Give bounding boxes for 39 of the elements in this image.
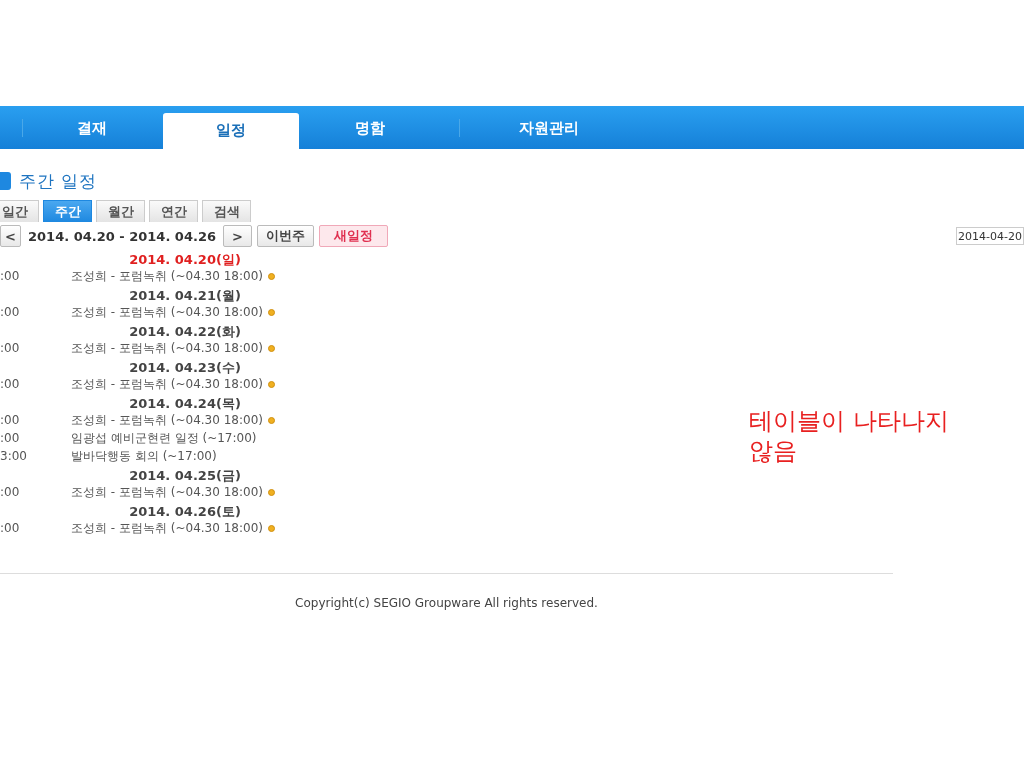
new-event-button[interactable]: 새일정 [319,225,388,247]
date-field[interactable]: 2014-04-20 [956,227,1024,245]
event-time: :00 [0,341,21,355]
this-week-button[interactable]: 이번주 [257,225,314,247]
section-title: 주간 일정 [19,169,98,193]
event-link[interactable]: 조성희 - 포럼녹취 (~04.30 18:00) [71,411,263,429]
event-link[interactable]: 조성희 - 포럼녹취 (~04.30 18:00) [71,375,263,393]
view-tab[interactable]: 연간 [149,200,198,222]
event-time: 3:00 [0,449,28,463]
nav-tab[interactable]: 일정 [163,113,299,149]
event-time: :00 [0,377,21,391]
day-heading: 2014. 04.22(화) [129,323,241,341]
event-time: :00 [0,269,21,283]
event-link[interactable]: 조성희 - 포럼녹취 (~04.30 18:00) [71,519,263,537]
event-link[interactable]: 발바닥행동 회의 (~17:00) [71,447,217,465]
day-heading: 2014. 04.23(수) [129,359,241,377]
annotation-text: 테이블이 나타나지 않음 [749,406,950,466]
event-time: :00 [0,431,21,445]
event-time: :00 [0,305,21,319]
view-tab[interactable]: 월간 [96,200,145,222]
day-heading: 2014. 04.21(월) [129,287,241,305]
event-link[interactable]: 조성희 - 포럼녹취 (~04.30 18:00) [71,483,263,501]
day-heading: 2014. 04.25(금) [129,467,241,485]
event-time: :00 [0,485,21,499]
event-time: :00 [0,413,21,427]
date-range: 2014. 04.20 - 2014. 04.26 [28,228,216,244]
view-tab[interactable]: 검색 [202,200,251,222]
previous-button[interactable]: < [0,225,21,247]
copyright-text: Copyright(c) SEGIO Groupware All rights reserved. [295,596,598,610]
day-heading: 2014. 04.24(목) [129,395,241,413]
event-link[interactable]: 임광섭 예비군현련 일정 (~17:00) [71,429,257,447]
day-heading: 2014. 04.26(토) [129,503,241,521]
event-link[interactable]: 조성희 - 포럼녹취 (~04.30 18:00) [71,339,263,357]
next-button[interactable]: > [223,225,252,247]
event-time: :00 [0,521,21,535]
event-link[interactable]: 조성희 - 포럼녹취 (~04.30 18:00) [71,267,263,285]
view-tab[interactable]: 일간 [0,200,39,222]
day-heading: 2014. 04.20(일) [129,251,241,269]
event-link[interactable]: 조성희 - 포럼녹취 (~04.30 18:00) [71,303,263,321]
